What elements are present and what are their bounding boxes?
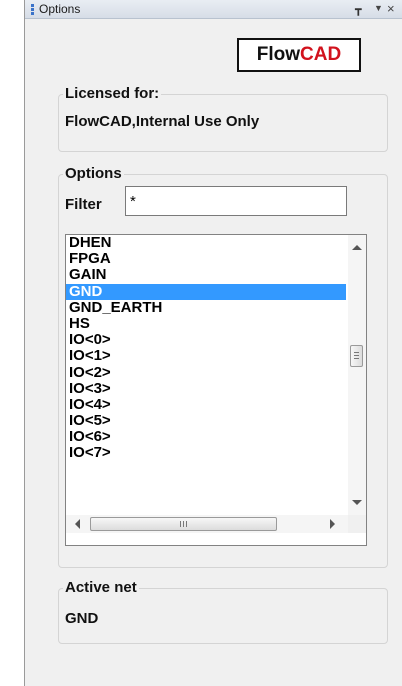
active-net-label: Active net — [63, 579, 139, 596]
panel-title: Options — [39, 2, 81, 16]
logo-flow-text: Flow — [256, 44, 301, 65]
list-item-selected[interactable]: GND — [66, 283, 346, 300]
list-item[interactable]: IO<1> — [66, 348, 346, 364]
list-item[interactable]: IO<2> — [66, 364, 346, 381]
grip-icon[interactable] — [31, 4, 34, 15]
scroll-up-icon[interactable] — [352, 245, 362, 250]
filter-input[interactable] — [125, 186, 347, 216]
list-item[interactable]: IO<7> — [66, 445, 346, 461]
licensed-value: FlowCAD,Internal Use Only — [65, 113, 260, 130]
horizontal-scroll-thumb[interactable] — [90, 517, 277, 531]
scroll-right-icon[interactable] — [330, 519, 335, 529]
options-group: Options Filter DHEN FPGA GAIN GND GND_EA… — [58, 165, 388, 568]
flowcad-logo: FlowCAD — [237, 38, 361, 72]
logo-cad-text: CAD — [300, 44, 342, 65]
options-label: Options — [63, 165, 124, 182]
list-item[interactable]: IO<6> — [66, 429, 346, 445]
list-item[interactable]: FPGA — [66, 250, 346, 267]
vertical-scroll-thumb[interactable] — [350, 345, 363, 367]
licensed-label: Licensed for: — [63, 85, 162, 102]
panel-titlebar[interactable]: Options ┳ ▼ × — [25, 0, 402, 19]
list-item[interactable]: HS — [66, 315, 346, 332]
list-item[interactable]: GND_EARTH — [66, 299, 346, 316]
filter-label: Filter — [65, 196, 102, 213]
horizontal-scrollbar[interactable] — [66, 515, 348, 533]
licensed-group: Licensed for: FlowCAD,Internal Use Only — [58, 85, 388, 152]
list-item[interactable]: GAIN — [66, 267, 346, 283]
vertical-scrollbar[interactable] — [348, 235, 366, 515]
scrollbar-corner — [348, 515, 366, 533]
scroll-down-icon[interactable] — [352, 500, 362, 505]
list-item[interactable]: IO<4> — [66, 396, 346, 413]
scroll-left-icon[interactable] — [75, 519, 80, 529]
list-item[interactable]: IO<0> — [66, 331, 346, 348]
list-item[interactable]: DHEN — [66, 235, 346, 251]
list-item[interactable]: IO<5> — [66, 412, 346, 429]
pin-icon[interactable]: ┳ — [355, 3, 362, 16]
dropdown-icon[interactable]: ▼ — [374, 3, 383, 13]
list-item[interactable]: IO<3> — [66, 380, 346, 397]
net-list: DHEN FPGA GAIN GND GND_EARTH HS IO<0> IO… — [66, 235, 346, 515]
options-panel: Options ┳ ▼ × FlowCAD Licensed for: Flow… — [24, 0, 402, 686]
net-listbox[interactable]: DHEN FPGA GAIN GND GND_EARTH HS IO<0> IO… — [65, 234, 367, 546]
active-net-value: GND — [65, 610, 99, 627]
close-icon[interactable]: × — [387, 1, 395, 16]
active-net-group: Active net GND — [58, 579, 388, 644]
left-margin — [0, 0, 24, 686]
